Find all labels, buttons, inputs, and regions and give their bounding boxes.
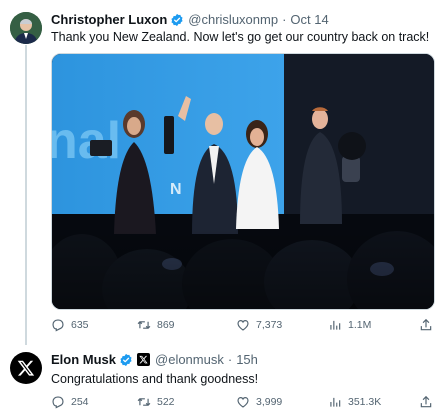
view-count: 1.1M bbox=[348, 319, 372, 331]
x-logo-icon bbox=[17, 360, 35, 376]
retweet-button[interactable]: 869 bbox=[137, 318, 175, 332]
x-affiliate-badge-icon bbox=[137, 353, 151, 366]
author-handle[interactable]: @elonmusk bbox=[155, 352, 224, 367]
author-name[interactable]: Elon Musk bbox=[51, 352, 116, 367]
retweet-button[interactable]: 522 bbox=[137, 395, 175, 409]
tweet-timestamp[interactable]: Oct 14 bbox=[290, 12, 328, 27]
tweet-photo[interactable]: nal N bbox=[51, 53, 435, 310]
tweet-text: Thank you New Zealand. Now let's go get … bbox=[51, 30, 430, 44]
like-count: 3,999 bbox=[256, 396, 283, 408]
verified-badge-icon bbox=[170, 13, 184, 27]
like-icon bbox=[237, 397, 249, 408]
tweet-text: Congratulations and thank goodness! bbox=[51, 372, 259, 386]
reply-button[interactable]: 254 bbox=[51, 395, 89, 409]
like-count: 7,373 bbox=[256, 319, 283, 331]
tweet-actions: 635 869 7,373 1.1M bbox=[51, 318, 435, 338]
tweet-actions: 254 522 3,999 351.3K bbox=[51, 395, 435, 415]
separator-dot: · bbox=[227, 352, 233, 367]
share-icon bbox=[420, 318, 432, 331]
tweet-musk[interactable]: Elon Musk @elonmusk · 15h Congratulation… bbox=[0, 345, 448, 418]
share-button[interactable] bbox=[419, 318, 439, 332]
reply-icon bbox=[52, 396, 64, 409]
tweet-header: Christopher Luxon @chrisluxonmp · Oct 14 bbox=[51, 12, 329, 27]
like-icon bbox=[237, 320, 249, 331]
views-icon bbox=[330, 397, 341, 407]
tweet-timestamp[interactable]: 15h bbox=[236, 352, 258, 367]
retweet-icon bbox=[137, 320, 151, 330]
avatar[interactable] bbox=[10, 352, 42, 384]
tweet-luxon[interactable]: Christopher Luxon @chrisluxonmp · Oct 14… bbox=[0, 0, 448, 345]
reply-icon bbox=[52, 319, 64, 332]
retweet-count: 869 bbox=[157, 319, 175, 331]
views-button[interactable]: 1.1M bbox=[328, 318, 371, 332]
avatar[interactable] bbox=[10, 12, 42, 44]
verified-badge-icon bbox=[119, 353, 133, 367]
retweet-icon bbox=[137, 397, 151, 407]
share-button[interactable] bbox=[419, 395, 439, 409]
stage-sign-text-2: N bbox=[170, 181, 182, 198]
reply-count: 635 bbox=[71, 319, 89, 331]
like-button[interactable]: 7,373 bbox=[236, 318, 282, 332]
views-icon bbox=[330, 320, 341, 330]
view-count: 351.3K bbox=[348, 396, 382, 408]
share-icon bbox=[420, 395, 432, 408]
author-name[interactable]: Christopher Luxon bbox=[51, 12, 167, 27]
like-button[interactable]: 3,999 bbox=[236, 395, 282, 409]
reply-button[interactable]: 635 bbox=[51, 318, 89, 332]
separator-dot: · bbox=[282, 12, 287, 27]
views-button[interactable]: 351.3K bbox=[328, 395, 381, 409]
author-handle[interactable]: @chrisluxonmp bbox=[188, 12, 278, 27]
tweet-header: Elon Musk @elonmusk · 15h bbox=[51, 352, 258, 367]
retweet-count: 522 bbox=[157, 396, 175, 408]
reply-count: 254 bbox=[71, 396, 89, 408]
